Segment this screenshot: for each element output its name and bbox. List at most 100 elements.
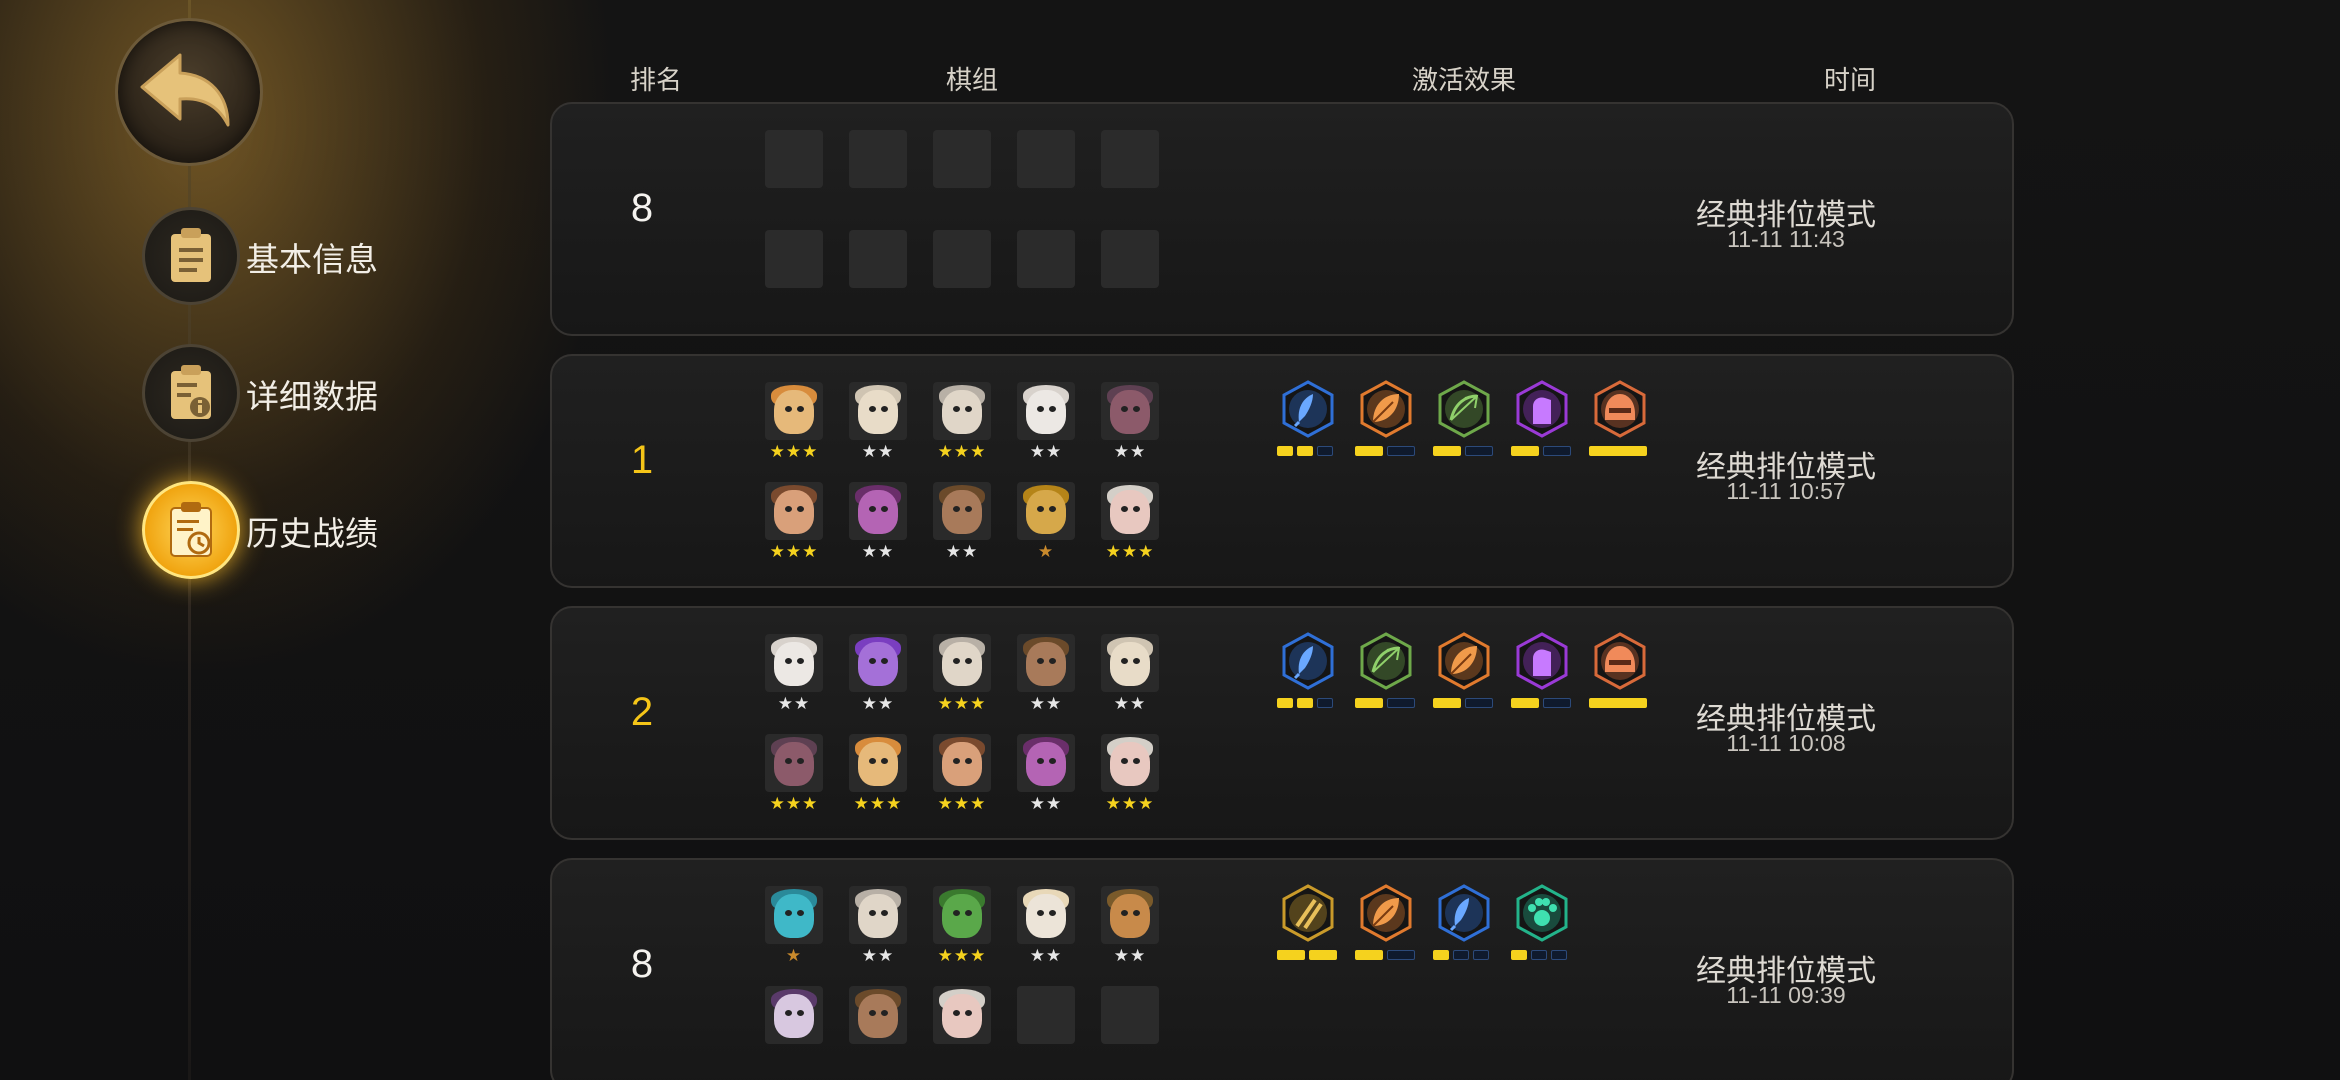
synergy-badge[interactable] [1277, 632, 1339, 712]
match-rank: 8 [630, 186, 654, 230]
unit-portrait[interactable]: ★★ [849, 634, 907, 716]
unit-portrait[interactable]: ★★ [1017, 382, 1075, 464]
unit-portrait[interactable]: ★★ [1101, 634, 1159, 716]
column-header-time: 时间 [1824, 65, 1877, 95]
hero-portrait-icon [933, 482, 991, 540]
match-row[interactable]: 8 ★ ★★ ★★★ ★★ ★★ 经典排位模式 11-11 09:39 [550, 858, 2014, 1080]
synergy-pip [1277, 698, 1293, 708]
star-rating: ★★★ [1105, 794, 1155, 813]
hero-portrait-icon [1017, 634, 1075, 692]
column-header-lineup: 棋组 [946, 65, 999, 95]
unit-portrait[interactable]: ★★★ [933, 886, 991, 968]
empty-unit-slot [1017, 986, 1075, 1068]
unit-portrait[interactable]: ★★ [1101, 886, 1159, 968]
star-rating: ★★ [777, 694, 811, 713]
star-rating: ★★★ [937, 946, 987, 965]
unit-portrait[interactable]: ★★ [1017, 634, 1075, 716]
synergy-pip [1511, 950, 1527, 960]
synergy-badge[interactable] [1355, 632, 1417, 712]
hero-portrait-icon [1101, 382, 1159, 440]
synergy-progress [1511, 698, 1575, 708]
unit-portrait[interactable]: ★★ [849, 382, 907, 464]
unit-portrait[interactable]: ★ [765, 886, 823, 968]
unit-portrait[interactable] [849, 986, 907, 1068]
synergy-pip [1277, 950, 1305, 960]
synergy-badge[interactable] [1277, 884, 1339, 964]
synergy-badge[interactable] [1355, 380, 1417, 460]
synergy-pip [1473, 950, 1489, 960]
match-time: 11-11 11:43 [1727, 226, 1845, 252]
sidebar-item-label: 历史战绩 [246, 515, 378, 552]
star-rating: ★★ [861, 442, 895, 461]
synergy-badge[interactable] [1277, 380, 1339, 460]
synergy-badge[interactable] [1433, 884, 1495, 964]
orange-leaf-icon [1357, 884, 1415, 942]
hero-portrait-icon [849, 130, 907, 188]
unit-portrait[interactable]: ★★★ [933, 734, 991, 816]
unit-portrait[interactable]: ★★ [1017, 734, 1075, 816]
unit-portrait[interactable]: ★★ [849, 886, 907, 968]
star-rating: ★★★ [769, 542, 819, 561]
synergy-badge[interactable] [1589, 632, 1651, 712]
unit-portrait[interactable]: ★★★ [933, 634, 991, 716]
match-rank: 1 [630, 438, 654, 482]
unit-portrait[interactable]: ★★★ [933, 382, 991, 464]
synergy-progress [1355, 698, 1419, 708]
synergy-badge[interactable] [1511, 380, 1573, 460]
unit-portrait[interactable]: ★★ [849, 482, 907, 564]
back-button[interactable] [115, 18, 263, 166]
empty-unit-slot [933, 130, 991, 212]
synergy-pip [1433, 446, 1461, 456]
star-rating: ★★ [861, 946, 895, 965]
sidebar-item-label: 详细数据 [246, 378, 378, 415]
match-row[interactable]: 1 ★★★ ★★ ★★★ ★★ ★★ ★★★ ★★ ★★ ★ ★★★ 经典排位模式 11-11 10:5… [550, 354, 2014, 588]
hero-portrait-icon [765, 130, 823, 188]
synergy-progress [1277, 446, 1337, 456]
synergy-progress [1433, 950, 1493, 960]
match-rank: 8 [630, 942, 654, 986]
unit-portrait[interactable]: ★★ [1101, 382, 1159, 464]
lineup-grid: ★ ★★ ★★★ ★★ ★★ [765, 886, 1165, 1076]
synergy-pip [1465, 446, 1493, 456]
unit-portrait[interactable]: ★★ [765, 634, 823, 716]
hero-portrait-icon [849, 230, 907, 288]
synergy-badge[interactable] [1589, 380, 1651, 460]
orange-leaf-icon [1357, 380, 1415, 438]
star-rating: ★★★ [853, 794, 903, 813]
hero-portrait-icon [849, 986, 907, 1044]
hero-portrait-icon [1017, 986, 1075, 1044]
unit-portrait[interactable]: ★★★ [849, 734, 907, 816]
hero-portrait-icon [1017, 734, 1075, 792]
synergy-pip [1297, 698, 1313, 708]
synergy-pip [1309, 950, 1337, 960]
synergy-badge[interactable] [1511, 632, 1573, 712]
synergy-badge[interactable] [1433, 632, 1495, 712]
unit-portrait[interactable]: ★★★ [1101, 482, 1159, 564]
unit-portrait[interactable]: ★★★ [765, 382, 823, 464]
match-row[interactable]: 2 ★★ ★★ ★★★ ★★ ★★ ★★★ ★★★ ★★★ ★★ ★★★ 经典排位模式 11-11 10… [550, 606, 2014, 840]
synergy-badge[interactable] [1511, 884, 1573, 964]
clipboard-clock-icon [142, 481, 240, 579]
synergy-badge[interactable] [1433, 380, 1495, 460]
unit-portrait[interactable] [933, 986, 991, 1068]
star-rating: ★ [1037, 542, 1055, 561]
synergy-pip [1551, 950, 1567, 960]
unit-portrait[interactable]: ★★★ [1101, 734, 1159, 816]
synergy-badge[interactable] [1355, 884, 1417, 964]
unit-portrait[interactable] [765, 986, 823, 1068]
unit-portrait[interactable]: ★★★ [765, 734, 823, 816]
hero-portrait-icon [933, 986, 991, 1044]
hero-portrait-icon [849, 482, 907, 540]
unit-portrait[interactable]: ★★★ [765, 482, 823, 564]
blue-feather-icon [1279, 632, 1337, 690]
match-row[interactable]: 8 经典排位模式 11-11 11:43 [550, 102, 2014, 336]
unit-portrait[interactable]: ★ [1017, 482, 1075, 564]
hero-portrait-icon [1017, 130, 1075, 188]
synergy-pip [1511, 446, 1539, 456]
synergy-pip [1387, 698, 1415, 708]
unit-portrait[interactable]: ★★ [1017, 886, 1075, 968]
empty-unit-slot [933, 230, 991, 312]
match-time: 11-11 10:57 [1726, 478, 1846, 504]
unit-portrait[interactable]: ★★ [933, 482, 991, 564]
synergy-pip [1531, 950, 1547, 960]
